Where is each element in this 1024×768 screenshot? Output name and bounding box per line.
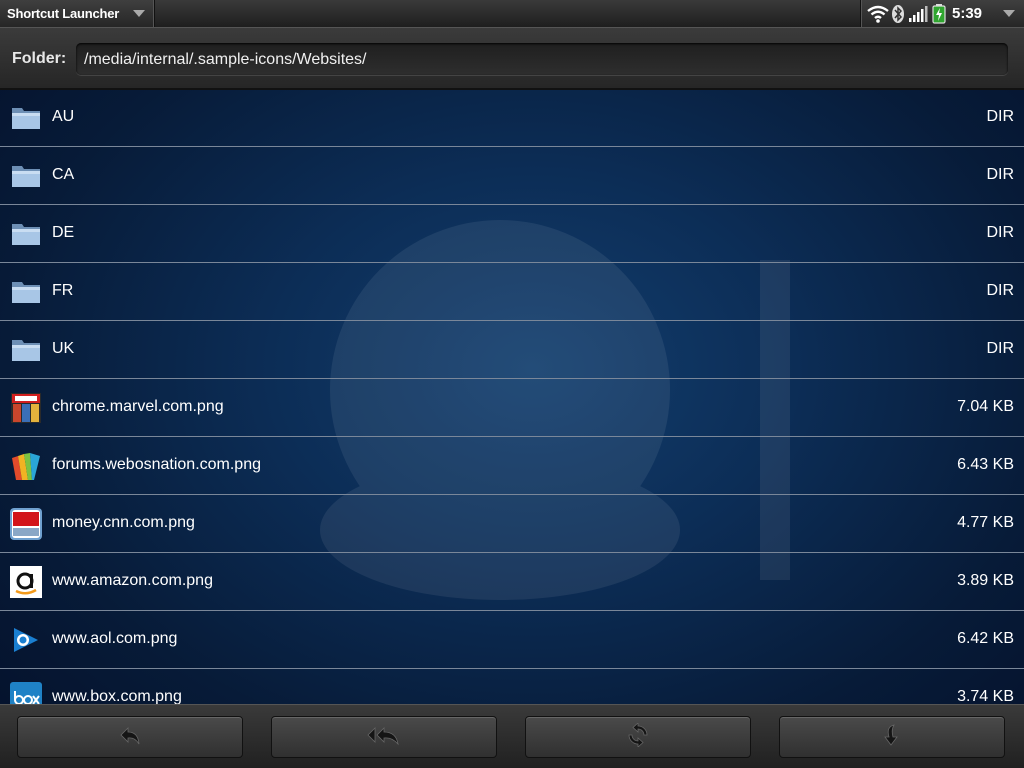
file-name: CA [52, 166, 75, 183]
webosnation-icon [10, 450, 42, 482]
list-item[interactable]: chrome.marvel.com.png 7.04 KB [0, 379, 1024, 437]
cnn-money-icon [10, 508, 42, 540]
list-item[interactable]: forums.webosnation.com.png 6.43 KB [0, 437, 1024, 495]
list-item[interactable]: AU DIR [0, 89, 1024, 147]
list-item[interactable]: www.aol.com.png 6.42 KB [0, 611, 1024, 669]
list-item[interactable]: www.amazon.com.png 3.89 KB [0, 553, 1024, 611]
back-button[interactable] [17, 716, 243, 758]
folder-icon [10, 276, 42, 308]
status-bar: Shortcut Launcher 5:39 [0, 0, 1024, 28]
file-name: UK [52, 340, 75, 357]
folder-header: Folder: /media/internal/.sample-icons/We… [0, 28, 1024, 90]
file-size: DIR [986, 340, 1014, 357]
select-down-icon [880, 723, 904, 752]
file-size: 3.89 KB [957, 572, 1014, 589]
list-item[interactable]: money.cnn.com.png 4.77 KB [0, 495, 1024, 553]
file-name: chrome.marvel.com.png [52, 398, 224, 415]
folder-icon [10, 334, 42, 366]
marvel-icon [10, 392, 42, 424]
file-name: www.box.com.png [52, 688, 182, 704]
wifi-icon [867, 5, 889, 23]
file-name: AU [52, 108, 75, 125]
list-item[interactable]: UK DIR [0, 321, 1024, 379]
folder-path-field[interactable]: /media/internal/.sample-icons/Websites/ [76, 43, 1008, 75]
folder-icon [10, 218, 42, 250]
refresh-icon [626, 721, 650, 752]
list-item[interactable]: CA DIR [0, 147, 1024, 205]
file-size: 6.42 KB [957, 630, 1014, 647]
clock: 5:39 [952, 5, 983, 22]
file-size: 4.77 KB [957, 514, 1014, 531]
signal-icon [908, 5, 928, 23]
bluetooth-icon [891, 4, 905, 24]
file-size: 7.04 KB [957, 398, 1014, 415]
file-name: forums.webosnation.com.png [52, 456, 261, 473]
file-size: DIR [986, 282, 1014, 299]
back-icon [118, 724, 142, 751]
amazon-icon [10, 566, 42, 598]
file-list: AU DIR CA DIR DE DIR FR DIR UK DIR chrom… [0, 89, 1024, 704]
folder-icon [10, 160, 42, 192]
list-item[interactable]: DE DIR [0, 205, 1024, 263]
refresh-button[interactable] [525, 716, 751, 758]
select-button[interactable] [779, 716, 1005, 758]
file-size: DIR [986, 224, 1014, 241]
file-name: www.aol.com.png [52, 630, 178, 647]
file-size: DIR [986, 166, 1014, 183]
battery-icon [932, 3, 946, 24]
file-size: 3.74 KB [957, 688, 1014, 704]
folder-icon [10, 102, 42, 134]
box-icon [10, 682, 42, 704]
chevron-down-icon [1003, 10, 1015, 17]
app-window: Shortcut Launcher 5:39 Folder: /media/in… [0, 0, 1024, 768]
list-item[interactable]: FR DIR [0, 263, 1024, 321]
app-title: Shortcut Launcher [7, 6, 120, 21]
list-item[interactable]: www.box.com.png 3.74 KB [0, 669, 1024, 704]
file-size: 6.43 KB [957, 456, 1014, 473]
app-menu[interactable]: Shortcut Launcher [0, 0, 155, 27]
file-name: DE [52, 224, 75, 241]
back-to-root-button[interactable] [271, 716, 497, 758]
file-size: DIR [986, 108, 1014, 125]
aol-icon [10, 624, 42, 656]
file-name: www.amazon.com.png [52, 572, 213, 589]
system-menu[interactable]: 5:39 [860, 0, 1024, 27]
chevron-down-icon [133, 10, 145, 17]
bottom-toolbar [0, 704, 1024, 768]
file-name: money.cnn.com.png [52, 514, 195, 531]
file-name: FR [52, 282, 74, 299]
back-all-icon [367, 724, 401, 751]
folder-label: Folder: [12, 50, 67, 67]
